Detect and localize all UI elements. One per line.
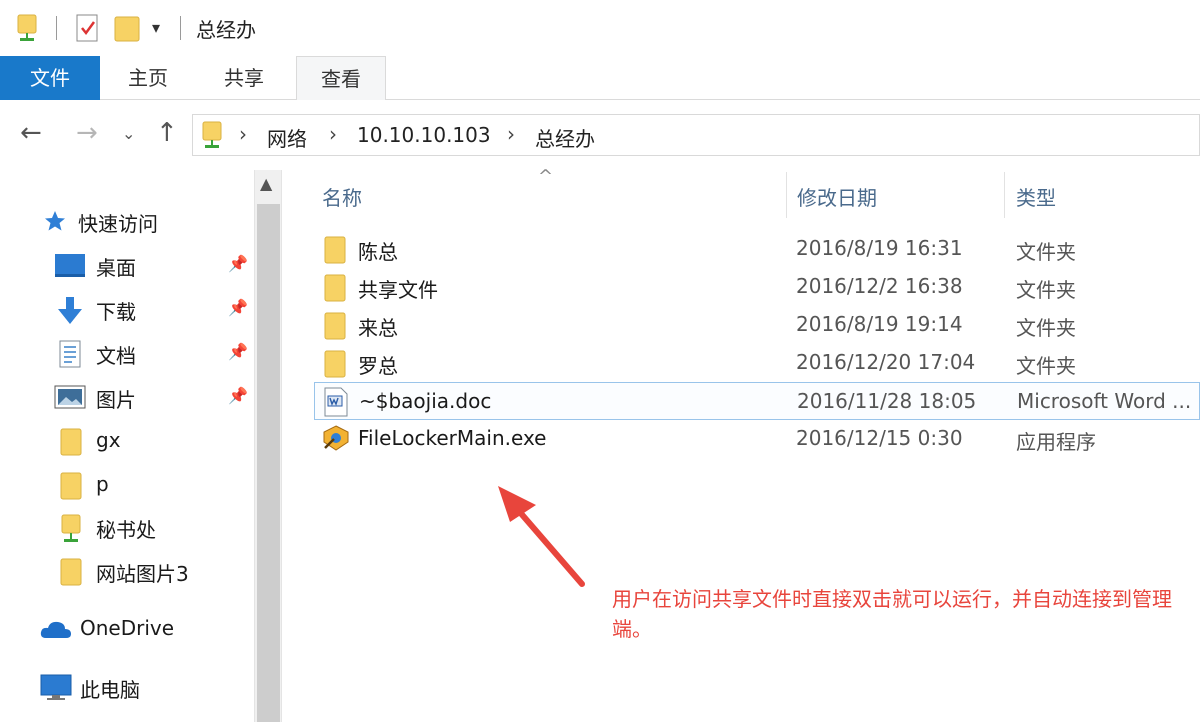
annotation-text: 用户在访问共享文件时直接双击就可以运行，并自动连接到管理端。 bbox=[612, 587, 1172, 641]
annotation-arrow-shaft bbox=[515, 507, 585, 587]
annotation-arrow-head bbox=[498, 486, 536, 522]
